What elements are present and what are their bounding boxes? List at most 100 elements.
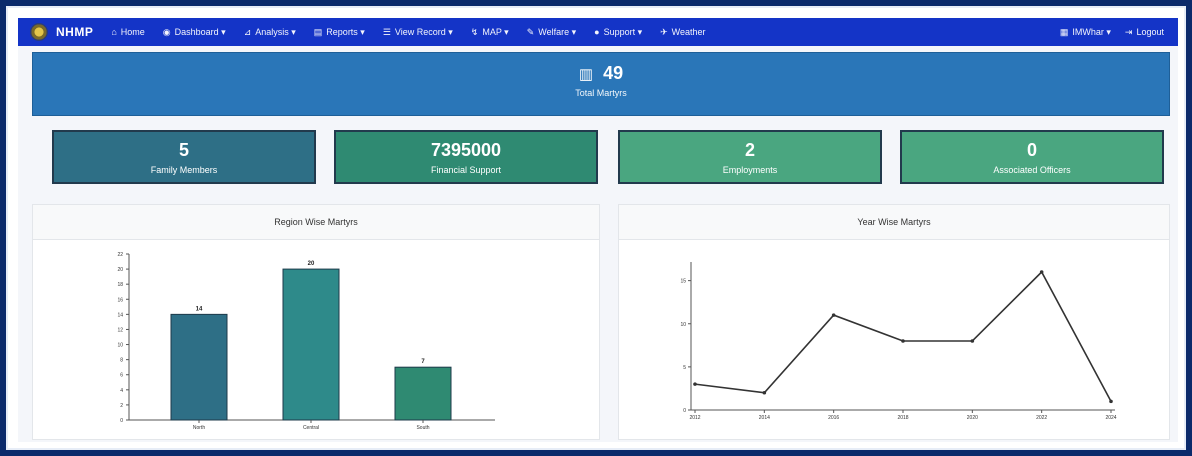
y-tick-label: 6	[120, 373, 123, 379]
year-point	[970, 339, 975, 343]
stat-value: 0	[1026, 140, 1037, 160]
brand-logo-icon	[30, 23, 48, 41]
total-martyrs-banner: ▥ 49 Total Martyrs	[32, 52, 1170, 116]
stat-label: Associated Officers	[993, 165, 1071, 175]
total-martyrs-value: 49	[603, 63, 624, 83]
nav-item-label: MAP ▾	[482, 26, 509, 37]
stat-card-family-members: 5 Family Members	[52, 130, 316, 184]
nav-item-home[interactable]: ⌂ Home	[111, 27, 144, 37]
year-chart-title: Year Wise Martyrs	[619, 205, 1169, 240]
y-tick-label: 10	[117, 343, 123, 349]
bar-central	[282, 268, 340, 421]
nav-item-map[interactable]: ↯ MAP ▾	[471, 27, 509, 38]
y-tick-label: 0	[683, 408, 686, 414]
bar-data-label: 14	[196, 306, 203, 312]
nav-item-imwhar[interactable]: ▦ IMWhar ▾	[1060, 27, 1111, 38]
nav-item-reports[interactable]: ▤ Reports ▾	[314, 27, 365, 38]
nav-item-label: Home	[120, 27, 145, 37]
year-point	[1109, 399, 1113, 404]
year-chart-panel: Year Wise Martyrs 0 5 10 15 2012 2014 2016 2018…	[618, 204, 1170, 440]
nav-item-support[interactable]: ● Support ▾	[594, 27, 642, 38]
x-tick-label: 2018	[897, 415, 908, 421]
dashboard-icon: ◉	[162, 26, 171, 37]
y-tick-label: 15	[680, 279, 686, 285]
y-tick-label: 8	[120, 358, 123, 364]
region-bar-chart: 0 2 4 6 8 10 12 14 16 18 20 22 14 North 20 Central 7 Sout…	[117, 252, 495, 431]
y-tick-label: 10	[680, 322, 686, 328]
region-chart-panel: Region Wise Martyrs 0 2 4 6 8 10 12 14 16 18 20 22 1…	[32, 204, 600, 440]
y-tick-label: 0	[120, 418, 123, 424]
nav-item-weather[interactable]: ✈ Weather	[660, 27, 705, 38]
viewrecord-icon: ☰	[382, 26, 391, 37]
year-point	[693, 382, 697, 386]
stat-label: Financial Support	[430, 165, 502, 175]
nav-item-label: Support ▾	[603, 26, 643, 37]
y-tick-label: 16	[117, 297, 123, 303]
year-line-chart: 0 5 10 15 2012 2014 2016 2018 2020 2022 2024	[680, 262, 1117, 421]
nav-item-label: View Record ▾	[394, 26, 453, 37]
nav-item-analysis[interactable]: ⊿ Analysis ▾	[244, 27, 296, 38]
y-tick-label: 22	[117, 252, 123, 258]
nav-item-label: Dashboard ▾	[174, 26, 226, 37]
nav-item-label: Reports ▾	[326, 26, 365, 37]
top-navbar: NHMP ⌂ Home ◉ Dashboard ▾ ⊿ Analysis ▾ ▤ Report…	[18, 18, 1178, 46]
bar-chart-icon: ▥	[578, 65, 594, 83]
x-tick-label: 2022	[1036, 415, 1047, 421]
stat-card-financial-support: 7395000 Financial Support	[334, 130, 598, 184]
nav-item-viewrecord[interactable]: ☰ View Record ▾	[383, 27, 453, 38]
bar-data-label: 7	[421, 359, 425, 365]
brand-name: NHMP	[56, 25, 94, 39]
bar-south	[394, 366, 452, 421]
nav-item-label: Welfare ▾	[538, 26, 577, 37]
y-tick-label: 20	[117, 267, 123, 273]
x-tick-label: North	[193, 425, 205, 431]
welfare-icon: ✎	[526, 26, 535, 37]
y-tick-label: 18	[117, 282, 123, 288]
nav-item-dashboard[interactable]: ◉ Dashboard ▾	[163, 27, 226, 38]
year-point	[1039, 270, 1044, 274]
stat-value: 7395000	[430, 140, 502, 160]
home-icon: ⌂	[111, 27, 117, 37]
x-tick-label: 2016	[828, 415, 839, 421]
year-point	[831, 313, 836, 317]
stat-value: 2	[744, 140, 755, 160]
x-tick-label: 2020	[967, 415, 978, 421]
y-tick-label: 2	[120, 403, 123, 409]
y-tick-label: 5	[683, 365, 686, 371]
x-tick-label: 2024	[1105, 415, 1116, 421]
weather-icon: ✈	[660, 26, 668, 37]
nav-item-label: IMWhar ▾	[1072, 26, 1111, 37]
year-point	[762, 390, 767, 395]
region-chart-title: Region Wise Martyrs	[33, 205, 599, 240]
nav-right-menu: ▦ IMWhar ▾ ⇥ Logout	[1060, 27, 1178, 38]
imwhar-icon: ▦	[1059, 26, 1069, 37]
nav-menu: ⌂ Home ◉ Dashboard ▾ ⊿ Analysis ▾ ▤ Reports ▾ ☰ V…	[111, 27, 723, 38]
nav-item-welfare[interactable]: ✎ Welfare ▾	[527, 27, 576, 38]
map-icon: ↯	[470, 26, 479, 37]
nav-item-label: Weather	[671, 27, 706, 37]
bar-data-label: 20	[308, 261, 315, 267]
year-point	[901, 339, 905, 343]
brand[interactable]: NHMP	[30, 23, 93, 41]
stat-label: Family Members	[150, 165, 218, 175]
x-tick-label: 2012	[689, 415, 700, 421]
logout-icon: ⇥	[1124, 26, 1133, 37]
nav-item-logout[interactable]: ⇥ Logout	[1125, 27, 1164, 38]
reports-icon: ▤	[313, 26, 323, 37]
year-series-line	[694, 270, 1112, 402]
bar-north	[170, 313, 228, 421]
screenshot-frame: NHMP ⌂ Home ◉ Dashboard ▾ ⊿ Analysis ▾ ▤ Report…	[6, 6, 1186, 450]
stat-card-employments: 2 Employments	[618, 130, 882, 184]
app-window: NHMP ⌂ Home ◉ Dashboard ▾ ⊿ Analysis ▾ ▤ Report…	[18, 18, 1178, 442]
x-tick-label: 2014	[759, 415, 770, 421]
stat-value: 5	[178, 140, 189, 160]
y-tick-label: 12	[117, 327, 123, 333]
nav-item-label: Logout	[1136, 27, 1164, 37]
analysis-icon: ⊿	[243, 26, 252, 37]
support-icon: ●	[594, 27, 600, 37]
stat-card-associated-officers: 0 Associated Officers	[900, 130, 1164, 184]
y-tick-label: 14	[117, 312, 123, 318]
nav-item-label: Analysis ▾	[255, 26, 296, 37]
total-martyrs-label: Total Martyrs	[575, 88, 627, 98]
y-tick-label: 4	[120, 388, 123, 394]
